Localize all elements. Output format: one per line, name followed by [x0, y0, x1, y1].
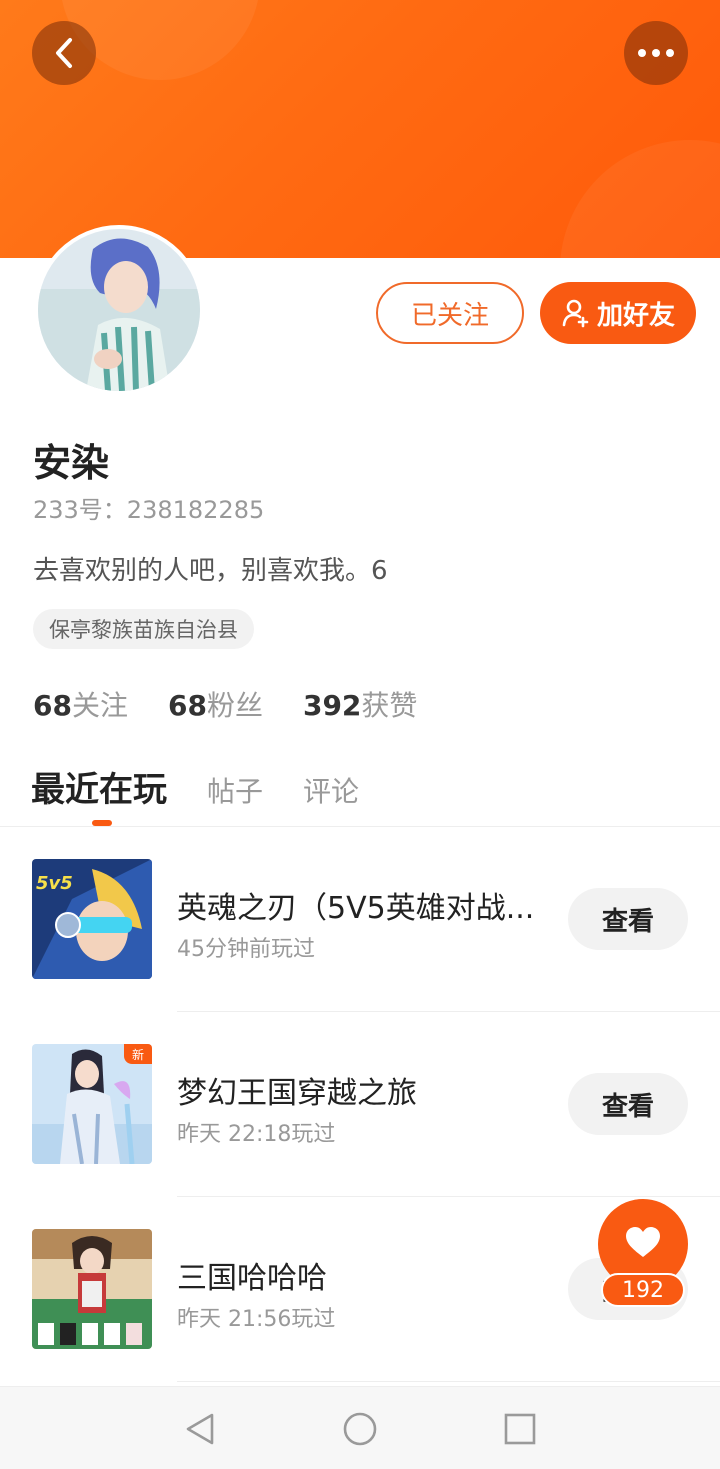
- followed-button[interactable]: 已关注: [376, 282, 524, 344]
- nav-back-icon[interactable]: [182, 1411, 218, 1447]
- game-thumbnail: 5v5: [32, 859, 152, 979]
- game-list-item[interactable]: 新 梦幻王国穿越之旅 昨天 22:18玩过 查看: [0, 1012, 720, 1197]
- nav-home-icon[interactable]: [342, 1411, 378, 1447]
- nav-recents-icon[interactable]: [502, 1411, 538, 1447]
- system-nav-bar: [0, 1386, 720, 1469]
- stat-value: 392: [302, 689, 362, 722]
- view-button[interactable]: 查看: [568, 888, 688, 950]
- add-friend-label: 加好友: [596, 300, 675, 331]
- banner-decoration: [560, 140, 720, 258]
- stat-label: 粉丝: [206, 689, 263, 722]
- stat-label: 获赞: [361, 689, 418, 722]
- like-count: 192: [601, 1273, 685, 1307]
- user-name: 安染: [33, 441, 110, 485]
- svg-text:5v5: 5v5: [36, 873, 73, 894]
- view-button[interactable]: 查看: [568, 1073, 688, 1135]
- game-title: 三国哈哈哈: [177, 1261, 327, 1296]
- chevron-left-icon: [56, 38, 72, 68]
- tab-comments[interactable]: 评论: [303, 770, 359, 810]
- stat-value: 68: [167, 689, 207, 722]
- user-id: 233号：238182285: [33, 496, 265, 524]
- game-played-time: 昨天 22:18玩过: [177, 1122, 336, 1147]
- avatar[interactable]: [34, 225, 204, 395]
- game-list-item[interactable]: 5v5 英魂之刃（5V5英雄对战... 45分钟前玩过 查看: [0, 827, 720, 1012]
- divider: [177, 1381, 720, 1382]
- new-badge: 新: [124, 1044, 152, 1064]
- heart-icon: [626, 1227, 660, 1257]
- profile-stats: 68关注 68粉丝 392获赞: [33, 684, 417, 724]
- game-thumbnail: 新: [32, 1044, 152, 1164]
- location-tag: 保亭黎族苗族自治县: [33, 609, 254, 649]
- more-button[interactable]: [624, 21, 688, 85]
- game-title: 英魂之刃（5V5英雄对战...: [177, 891, 535, 926]
- tab-recently-played[interactable]: 最近在玩: [31, 762, 167, 811]
- stat-followers[interactable]: 68粉丝: [168, 684, 263, 724]
- profile-tabs: 最近在玩 帖子 评论: [31, 762, 359, 811]
- stat-following[interactable]: 68关注: [33, 684, 128, 724]
- avatar-image: [38, 229, 200, 391]
- game-played-time: 昨天 21:56玩过: [177, 1307, 336, 1332]
- stat-value: 68: [33, 689, 72, 722]
- add-user-icon: [562, 299, 589, 328]
- more-dots-icon: [638, 49, 674, 57]
- stat-likes[interactable]: 392获赞: [303, 684, 417, 724]
- game-played-time: 45分钟前玩过: [177, 937, 315, 962]
- profile-banner: [0, 0, 720, 258]
- user-bio: 去喜欢别的人吧，别喜欢我。6: [33, 556, 388, 586]
- game-title: 梦幻王国穿越之旅: [177, 1076, 417, 1111]
- stat-label: 关注: [71, 689, 128, 722]
- add-friend-button[interactable]: 加好友: [540, 282, 696, 344]
- back-button[interactable]: [32, 21, 96, 85]
- game-thumbnail: [32, 1229, 152, 1349]
- tab-posts[interactable]: 帖子: [207, 770, 263, 810]
